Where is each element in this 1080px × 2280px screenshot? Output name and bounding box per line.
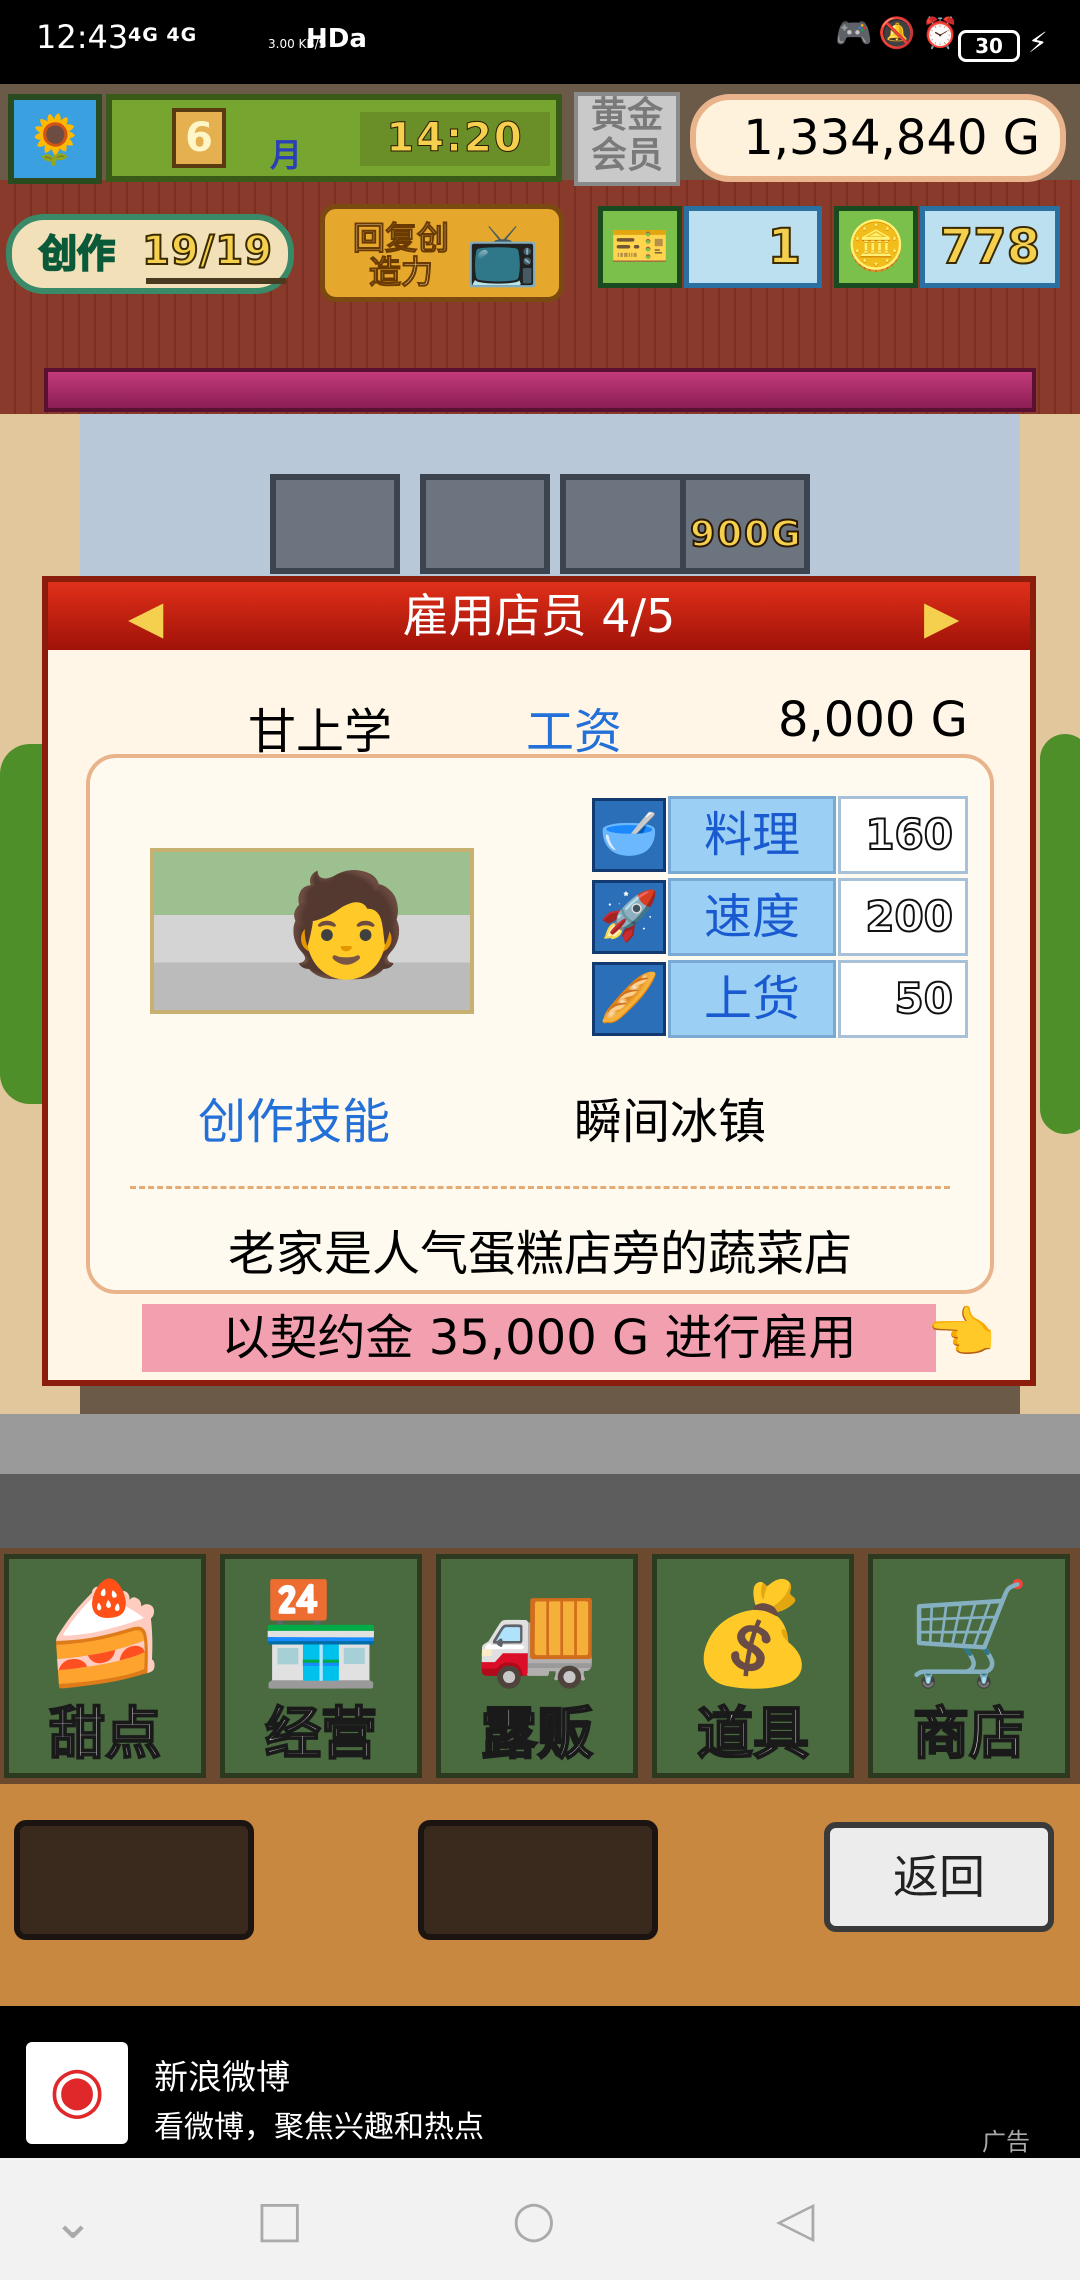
home-icon[interactable]: ○ bbox=[512, 2190, 556, 2248]
ad-banner[interactable]: ◉ 新浪微博 看微博，聚焦兴趣和热点 广告 bbox=[0, 2006, 1080, 2158]
oven bbox=[420, 474, 550, 574]
skill-label: 创作技能 bbox=[198, 1094, 391, 1150]
game-time: 14:20 bbox=[360, 112, 550, 166]
tv-icon: 📺 bbox=[465, 220, 540, 290]
next-arrow-icon[interactable]: ▶ bbox=[924, 590, 959, 644]
status-time: 12:43 bbox=[36, 18, 129, 56]
footer-panel: 返回 bbox=[0, 1784, 1080, 2006]
staff-details: 🧑 🥣 料理 160 🚀 速度 200 🥖 上货 50 创作技能 瞬间冰镇 老家… bbox=[86, 754, 994, 1294]
date-panel: 6 月 14:20 bbox=[106, 94, 562, 182]
back-button[interactable]: 返回 bbox=[824, 1822, 1054, 1932]
stat-label: 速度 bbox=[668, 878, 836, 956]
month-number: 6 bbox=[172, 108, 226, 168]
stats-table: 🥣 料理 160 🚀 速度 200 🥖 上货 50 bbox=[592, 796, 972, 1058]
skill-value: 瞬间冰镇 bbox=[574, 1094, 767, 1150]
cart-icon: 🛒 bbox=[906, 1575, 1032, 1692]
ticket-icon: 🎫 bbox=[598, 206, 682, 288]
stat-label: 上货 bbox=[668, 960, 836, 1038]
empty-slot bbox=[14, 1820, 254, 1940]
sunflower-icon[interactable]: 🌻 bbox=[8, 94, 102, 184]
bread-icon: 🥖 bbox=[592, 962, 666, 1036]
create-count: 19/19 bbox=[141, 227, 273, 275]
sidewalk bbox=[0, 1414, 1080, 1474]
menu-manage-button[interactable]: 🏪 经营 bbox=[220, 1554, 422, 1778]
bottom-menu: 🍰 甜点 🏪 经营 🚚 露贩 💰 道具 🛒 商店 bbox=[0, 1548, 1080, 1784]
truck-icon: 🚚 bbox=[474, 1575, 600, 1692]
ad-title: 新浪微博 bbox=[154, 2058, 290, 2098]
staff-name: 甘上学 bbox=[248, 704, 393, 760]
month-label: 月 bbox=[270, 136, 303, 174]
create-progress-bar bbox=[146, 278, 286, 284]
wage-value: 8,000 G bbox=[778, 692, 968, 748]
rocket-icon: 🚀 bbox=[592, 880, 666, 954]
prev-arrow-icon[interactable]: ◀ bbox=[128, 590, 163, 644]
cake-icon: 🍰 bbox=[42, 1575, 168, 1692]
bag-icon: 💰 bbox=[690, 1575, 816, 1692]
create-points: 创作 19/19 bbox=[6, 214, 294, 294]
menu-label: 经营 bbox=[264, 1701, 378, 1768]
status-icons: 🎮🔕⏰ bbox=[835, 16, 966, 51]
cooking-icon: 🥣 bbox=[592, 798, 666, 872]
stat-value: 200 bbox=[838, 878, 968, 956]
staff-portrait: 🧑 bbox=[150, 848, 474, 1014]
hd-indicator: HDa bbox=[306, 24, 367, 54]
shop-icon: 🏪 bbox=[258, 1575, 384, 1692]
hire-staff-dialog: 雇用店员 4/5 ◀ ▶ 甘上学 工资 8,000 G 🧑 🥣 料理 160 🚀… bbox=[42, 576, 1036, 1386]
staff-description: 老家是人气蛋糕店旁的蔬菜店 bbox=[227, 1226, 852, 1282]
chevron-down-icon[interactable]: ⌄ bbox=[52, 2192, 94, 2250]
screen: { "status_bar": { "time": "12:43", "netw… bbox=[0, 0, 1080, 2280]
hire-button[interactable]: 以契约金 35,000 G 进行雇用 bbox=[142, 1304, 936, 1372]
restore-label: 回复创造力 bbox=[352, 219, 449, 291]
floating-price: 900G bbox=[689, 513, 803, 556]
gold-member-badge[interactable]: 黄金会员 bbox=[574, 92, 680, 186]
menu-label: 商店 bbox=[912, 1701, 1026, 1768]
shop-awning bbox=[44, 368, 1036, 412]
money-display: 1,334,840 G bbox=[690, 94, 1066, 182]
oven bbox=[560, 474, 690, 574]
stat-label: 料理 bbox=[668, 796, 836, 874]
network-indicator: 4G 4G bbox=[128, 24, 198, 46]
menu-label: 甜点 bbox=[48, 1701, 162, 1768]
charging-icon: ⚡ bbox=[1028, 26, 1048, 59]
menu-items-button[interactable]: 💰 道具 bbox=[652, 1554, 854, 1778]
menu-store-button[interactable]: 🛒 商店 bbox=[868, 1554, 1070, 1778]
medal-icon: 🪙 bbox=[834, 206, 918, 288]
ticket-count: 1 bbox=[684, 206, 822, 288]
ad-subtitle: 看微博，聚焦兴趣和热点 bbox=[154, 2110, 484, 2145]
back-icon[interactable]: ◁ bbox=[776, 2190, 814, 2248]
status-bar: 12:43 4G 4G 3.00 KB/S HDa 🎮🔕⏰ 30 ⚡ bbox=[0, 0, 1080, 84]
navigation-bar: ⌄ □ ○ ◁ bbox=[0, 2158, 1080, 2280]
wage-label: 工资 bbox=[526, 704, 623, 760]
tree bbox=[1040, 734, 1080, 1134]
stat-value: 50 bbox=[838, 960, 968, 1038]
character-sprite: 🧑 bbox=[284, 866, 409, 983]
menu-stall-button[interactable]: 🚚 露贩 bbox=[436, 1554, 638, 1778]
medal-count: 778 bbox=[920, 206, 1060, 288]
dialog-title: 雇用店员 4/5 bbox=[48, 582, 1030, 650]
restore-creativity-button[interactable]: 回复创造力 📺 bbox=[320, 204, 564, 302]
create-label: 创作 bbox=[38, 231, 116, 277]
stat-value: 160 bbox=[838, 796, 968, 874]
menu-sweets-button[interactable]: 🍰 甜点 bbox=[4, 1554, 206, 1778]
empty-slot bbox=[418, 1820, 658, 1940]
battery-icon: 30 bbox=[958, 30, 1020, 62]
ad-tag: 广告 bbox=[982, 2128, 1030, 2156]
oven bbox=[270, 474, 400, 574]
weibo-logo-icon: ◉ bbox=[26, 2042, 128, 2144]
pointing-hand-icon: 👈 bbox=[926, 1301, 996, 1366]
recents-icon[interactable]: □ bbox=[256, 2190, 303, 2248]
menu-label: 露贩 bbox=[480, 1701, 594, 1768]
divider bbox=[130, 1186, 950, 1189]
menu-label: 道具 bbox=[696, 1701, 810, 1768]
